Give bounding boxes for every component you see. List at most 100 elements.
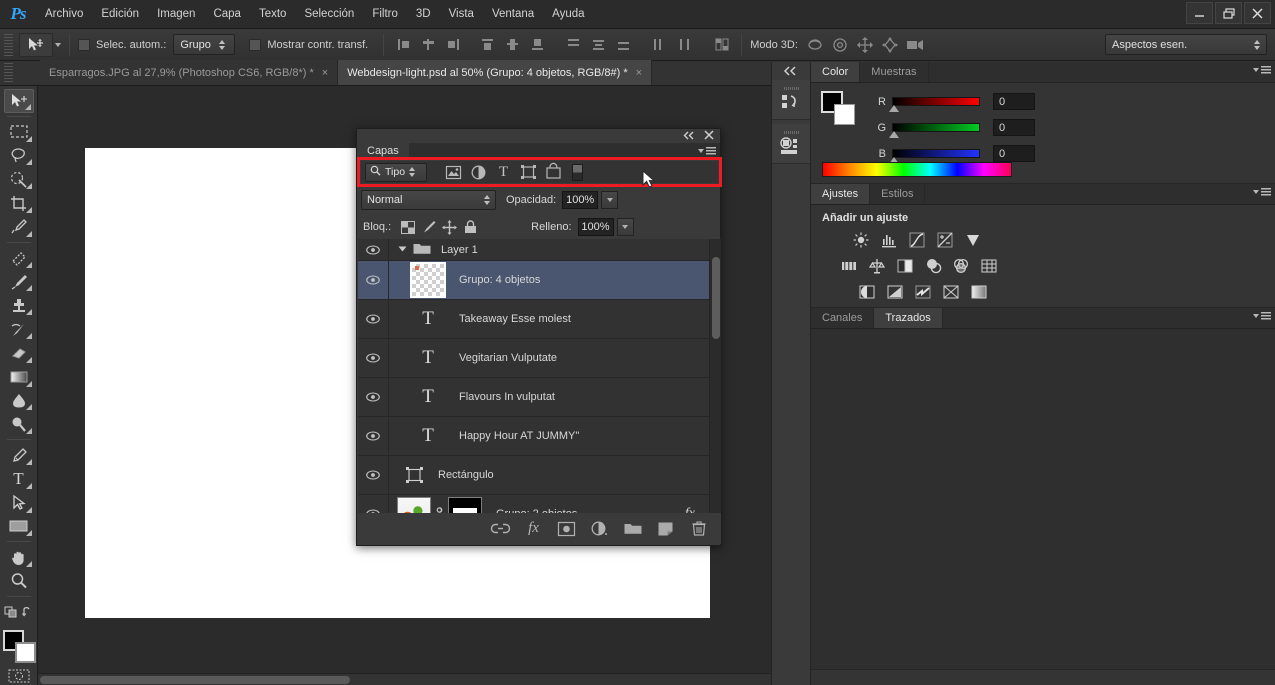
fill-chevron-down-icon[interactable] xyxy=(616,218,634,236)
menu-texto[interactable]: Texto xyxy=(250,0,296,29)
show-transform-controls-checkbox[interactable] xyxy=(249,38,262,51)
menu-vista[interactable]: Vista xyxy=(440,0,483,29)
exposure-icon[interactable] xyxy=(936,231,954,249)
path-selection-tool[interactable] xyxy=(4,491,34,515)
align-top-edges-icon[interactable] xyxy=(476,34,498,56)
tab-color[interactable]: Color xyxy=(811,62,861,82)
brightness-contrast-icon[interactable] xyxy=(852,231,870,249)
distribute-bottom-edges-icon[interactable] xyxy=(612,34,634,56)
pixel-layer-filter-icon[interactable] xyxy=(441,162,466,182)
slider-track-b[interactable] xyxy=(889,149,980,164)
layer-name[interactable]: Takeaway Esse molest xyxy=(459,313,571,325)
clone-stamp-tool[interactable] xyxy=(4,293,34,317)
layer-visibility-toggle[interactable] xyxy=(358,261,389,299)
tab-canales[interactable]: Canales xyxy=(811,308,875,328)
paths-panel-menu-icon[interactable] xyxy=(1253,312,1271,320)
layer-visibility-toggle[interactable] xyxy=(358,456,389,494)
document-tab-esparragos[interactable]: Esparragos.JPG al 27,9% (Photoshop CS6, … xyxy=(40,60,339,85)
new-layer-icon[interactable] xyxy=(657,520,674,537)
channel-value-r[interactable]: 0 xyxy=(993,93,1035,110)
table-row[interactable]: Layer 1 xyxy=(358,239,721,261)
table-row[interactable]: Grupo: 2 objetos fx xyxy=(358,495,721,514)
layer-name[interactable]: Layer 1 xyxy=(441,244,478,256)
color-slider-b[interactable]: B 0 xyxy=(872,143,1035,164)
invert-icon[interactable] xyxy=(858,283,876,301)
align-left-edges-icon[interactable] xyxy=(392,34,414,56)
selective-color-icon[interactable] xyxy=(970,283,988,301)
blend-mode-dropdown[interactable]: Normal xyxy=(361,190,496,210)
close-icon[interactable] xyxy=(1244,2,1271,24)
align-bottom-edges-icon[interactable] xyxy=(526,34,548,56)
hand-tool[interactable] xyxy=(4,545,34,569)
collapse-panels-icon[interactable] xyxy=(772,62,810,80)
close-icon[interactable]: × xyxy=(636,67,642,79)
eyedropper-tool[interactable] xyxy=(4,215,34,239)
menu-archivo[interactable]: Archivo xyxy=(36,0,92,29)
layer-visibility-toggle[interactable] xyxy=(358,495,389,514)
brush-tool[interactable] xyxy=(4,270,34,294)
color-panel-menu-icon[interactable] xyxy=(1253,66,1271,74)
rectangular-marquee-tool[interactable] xyxy=(4,120,34,144)
channel-value-b[interactable]: 0 xyxy=(993,145,1035,162)
auto-select-scope-dropdown[interactable]: Grupo xyxy=(173,34,236,55)
align-horizontal-centers-icon[interactable] xyxy=(417,34,439,56)
channel-mixer-icon[interactable] xyxy=(952,257,970,275)
layer-list-scrollbar[interactable] xyxy=(709,239,721,514)
workspace-dropdown[interactable]: Aspectos esen. xyxy=(1105,34,1267,55)
pen-tool[interactable] xyxy=(4,443,34,467)
dodge-tool[interactable] xyxy=(4,412,34,436)
layers-panel-titlebar[interactable] xyxy=(357,129,720,143)
collapse-icon[interactable] xyxy=(683,131,695,143)
type-layer-filter-icon[interactable]: T xyxy=(491,162,516,182)
delete-layer-icon[interactable] xyxy=(690,520,707,537)
tab-capas[interactable]: Capas xyxy=(357,143,409,159)
layer-name[interactable]: Happy Hour AT JUMMY" xyxy=(459,430,579,442)
layer-visibility-toggle[interactable] xyxy=(358,378,389,416)
canvas-horizontal-scrollbar[interactable] xyxy=(38,673,771,685)
new-group-icon[interactable] xyxy=(624,520,641,537)
add-layer-mask-icon[interactable] xyxy=(557,520,576,537)
layer-thumbnail[interactable] xyxy=(410,262,446,298)
zoom-tool[interactable] xyxy=(4,569,34,593)
menu-imagen[interactable]: Imagen xyxy=(148,0,204,29)
distribute-vertical-centers-icon[interactable] xyxy=(587,34,609,56)
tab-trazados[interactable]: Trazados xyxy=(874,308,943,328)
layer-list[interactable]: Layer 1 Grupo: 4 objetos T Takeaway Esse… xyxy=(358,239,721,514)
vibrance-icon[interactable] xyxy=(964,231,982,249)
auto-select-checkbox[interactable] xyxy=(78,38,90,51)
default-colors-and-swap-icon[interactable] xyxy=(4,600,34,624)
rectangle-tool[interactable] xyxy=(4,515,34,539)
opacity-value[interactable]: 100% xyxy=(562,191,599,209)
layer-visibility-toggle[interactable] xyxy=(358,300,389,338)
smart-object-filter-icon[interactable] xyxy=(541,162,566,182)
table-row[interactable]: T Takeaway Esse molest xyxy=(358,300,721,339)
levels-icon[interactable] xyxy=(880,231,898,249)
lock-image-pixels-icon[interactable] xyxy=(418,218,439,236)
gradient-map-icon[interactable] xyxy=(942,283,960,301)
layer-visibility-toggle[interactable] xyxy=(358,239,389,260)
slide-3d-object-icon[interactable] xyxy=(880,34,902,56)
move-tool[interactable] xyxy=(3,89,34,113)
filter-enable-toggle[interactable] xyxy=(572,163,583,181)
table-row[interactable]: Rectángulo xyxy=(358,456,721,495)
horizontal-type-tool[interactable]: T xyxy=(4,467,34,491)
photo-filter-icon[interactable] xyxy=(924,257,942,275)
tool-preset-chevron-down-icon[interactable] xyxy=(55,42,61,47)
roll-3d-object-icon[interactable] xyxy=(830,34,852,56)
layer-filter-type-dropdown[interactable]: Tipo xyxy=(365,162,427,182)
align-vertical-centers-icon[interactable] xyxy=(501,34,523,56)
quick-selection-tool[interactable] xyxy=(4,167,34,191)
black-white-icon[interactable] xyxy=(896,257,914,275)
tab-ajustes[interactable]: Ajustes xyxy=(811,184,871,204)
table-row[interactable]: Grupo: 4 objetos xyxy=(358,261,721,300)
distribute-horizontal-centers-icon[interactable] xyxy=(673,34,695,56)
lock-all-icon[interactable] xyxy=(460,218,481,236)
minimize-icon[interactable] xyxy=(1186,2,1213,24)
color-slider-r[interactable]: R 0 xyxy=(872,91,1035,112)
link-layers-icon[interactable] xyxy=(490,520,511,537)
layer-name[interactable]: Vegitarian Vulputate xyxy=(459,352,557,364)
shape-layer-filter-icon[interactable] xyxy=(516,162,541,182)
layer-visibility-toggle[interactable] xyxy=(358,339,389,377)
quick-mask-mode-icon[interactable] xyxy=(4,666,34,685)
layer-style-fx-icon[interactable]: fx xyxy=(525,520,542,537)
